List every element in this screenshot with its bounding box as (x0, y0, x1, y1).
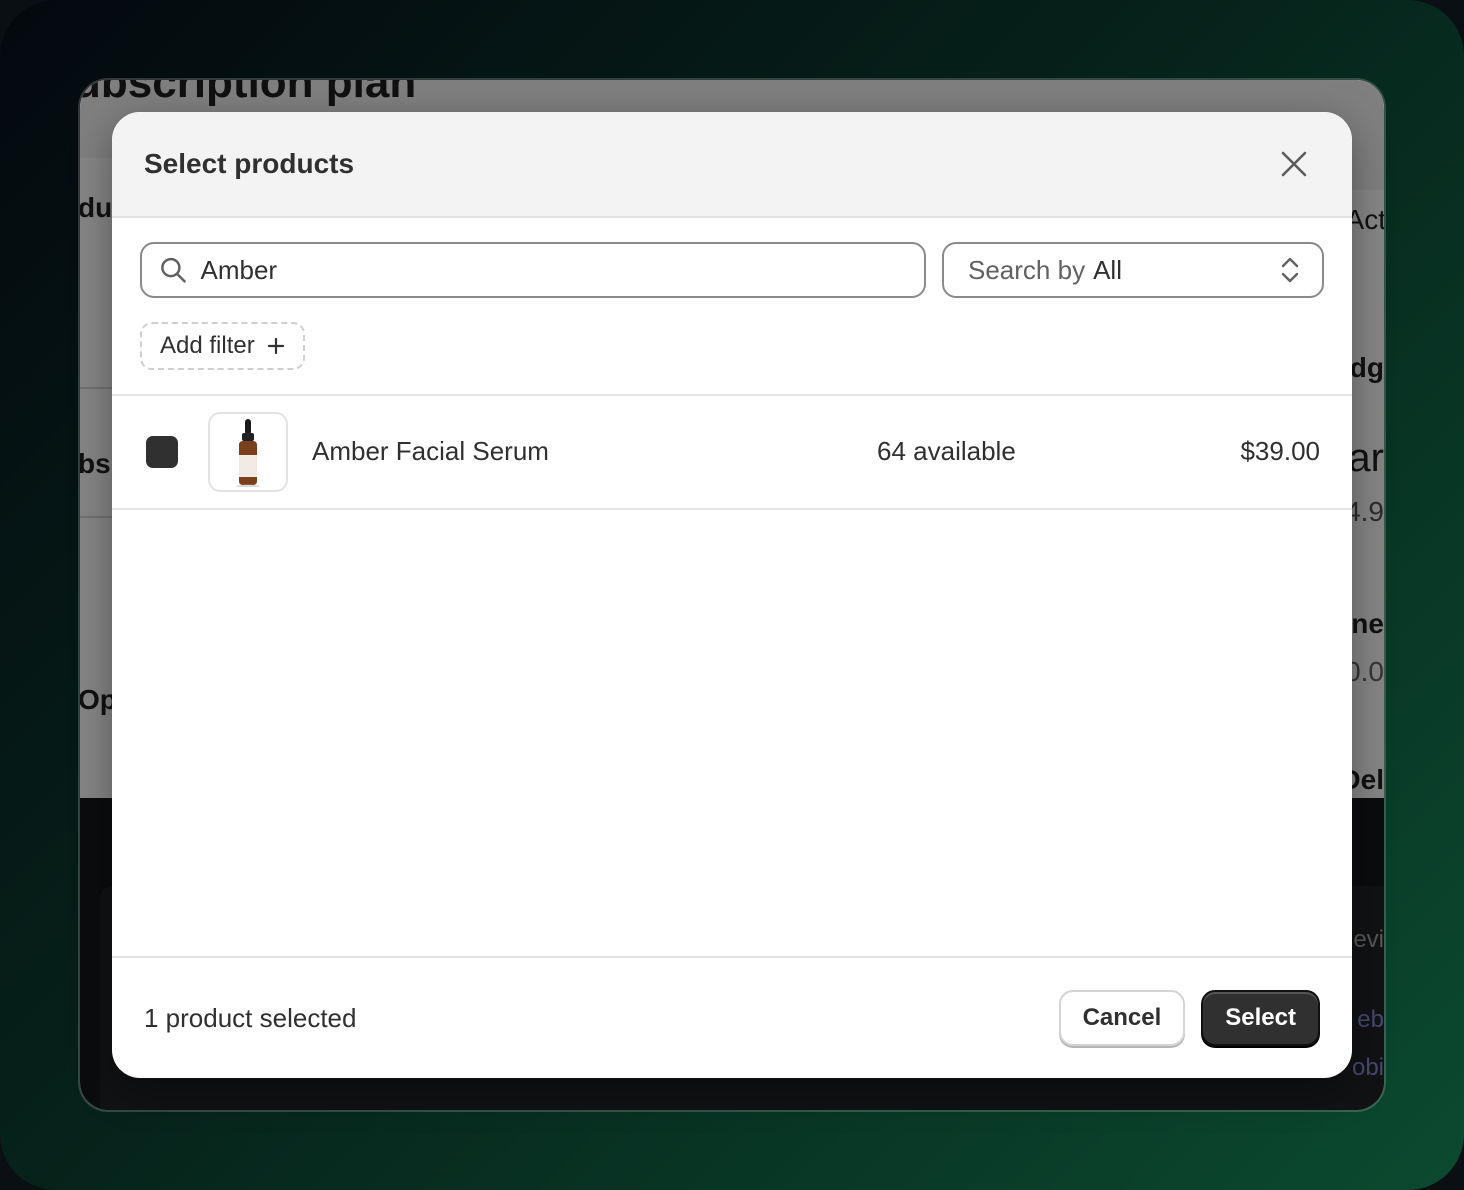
search-by-select[interactable]: Search by All (942, 242, 1324, 298)
add-filter-button[interactable]: Add filter (140, 322, 305, 370)
modal-footer: 1 product selected Cancel Select (112, 956, 1352, 1078)
cancel-button[interactable]: Cancel (1058, 990, 1186, 1046)
desktop-background: ubscription plan du bs Opt Act dg ar 4.9… (0, 0, 1464, 1190)
search-box[interactable] (140, 242, 926, 298)
product-availability: 64 available (877, 436, 1016, 466)
select-products-modal: Select products Search byAll (112, 112, 1352, 1078)
search-row: Search byAll (140, 242, 1324, 298)
modal-header: Select products (112, 112, 1352, 218)
add-filter-label: Add filter (160, 332, 255, 359)
close-button[interactable] (1272, 142, 1316, 186)
product-row[interactable]: Amber Facial Serum 64 available $39.00 (112, 396, 1352, 510)
search-icon (161, 257, 186, 283)
search-by-value: All (1093, 254, 1122, 285)
search-by-prefix: Search by (968, 254, 1086, 285)
divider (112, 508, 1352, 510)
product-checkbox[interactable] (146, 436, 178, 468)
chevron-up-down-icon (1281, 257, 1299, 283)
product-thumbnail (208, 412, 288, 492)
product-name: Amber Facial Serum (312, 436, 549, 466)
modal-title: Select products (144, 148, 355, 179)
selection-count: 1 product selected (144, 1002, 357, 1033)
close-icon (1281, 151, 1307, 177)
footer-actions: Cancel Select (1058, 990, 1320, 1046)
select-button[interactable]: Select (1201, 990, 1320, 1046)
search-input[interactable] (200, 254, 906, 286)
product-price: $39.00 (1240, 436, 1320, 466)
serum-bottle-icon (236, 419, 260, 487)
search-by-label: Search by All (968, 255, 1122, 286)
plus-icon (267, 337, 284, 355)
